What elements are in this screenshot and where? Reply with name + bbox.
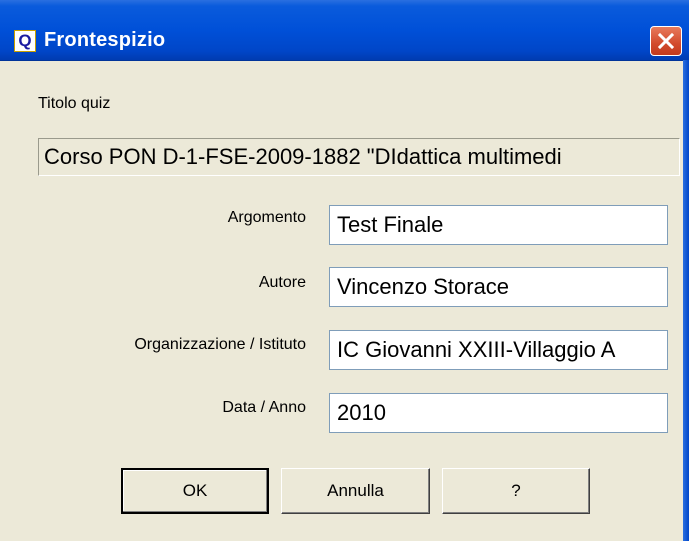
organizzazione-label: Organizzazione / Istituto: [134, 336, 306, 353]
data-label: Data / Anno: [222, 399, 306, 416]
close-button[interactable]: [650, 26, 682, 56]
ok-button[interactable]: OK: [121, 468, 269, 514]
autore-label: Autore: [258, 274, 306, 291]
autore-input[interactable]: Vincenzo Storace: [329, 267, 668, 307]
argomento-label: Argomento: [227, 209, 306, 226]
argomento-input[interactable]: Test Finale: [329, 205, 668, 245]
title-bar[interactable]: Q Frontespizio: [0, 0, 689, 61]
titolo-field[interactable]: Corso PON D-1-FSE-2009-1882 "DIdattica m…: [38, 138, 680, 176]
data-input[interactable]: 2010: [329, 393, 668, 433]
window-title: Frontespizio: [44, 29, 166, 51]
help-button[interactable]: ?: [442, 468, 590, 514]
window-frame: [683, 60, 689, 541]
annulla-button[interactable]: Annulla: [281, 468, 430, 514]
titolo-label: Titolo quiz: [38, 95, 111, 112]
organizzazione-input[interactable]: IC Giovanni XXIII-Villaggio A: [329, 330, 668, 370]
app-icon: Q: [14, 30, 36, 52]
close-icon: [657, 32, 675, 50]
